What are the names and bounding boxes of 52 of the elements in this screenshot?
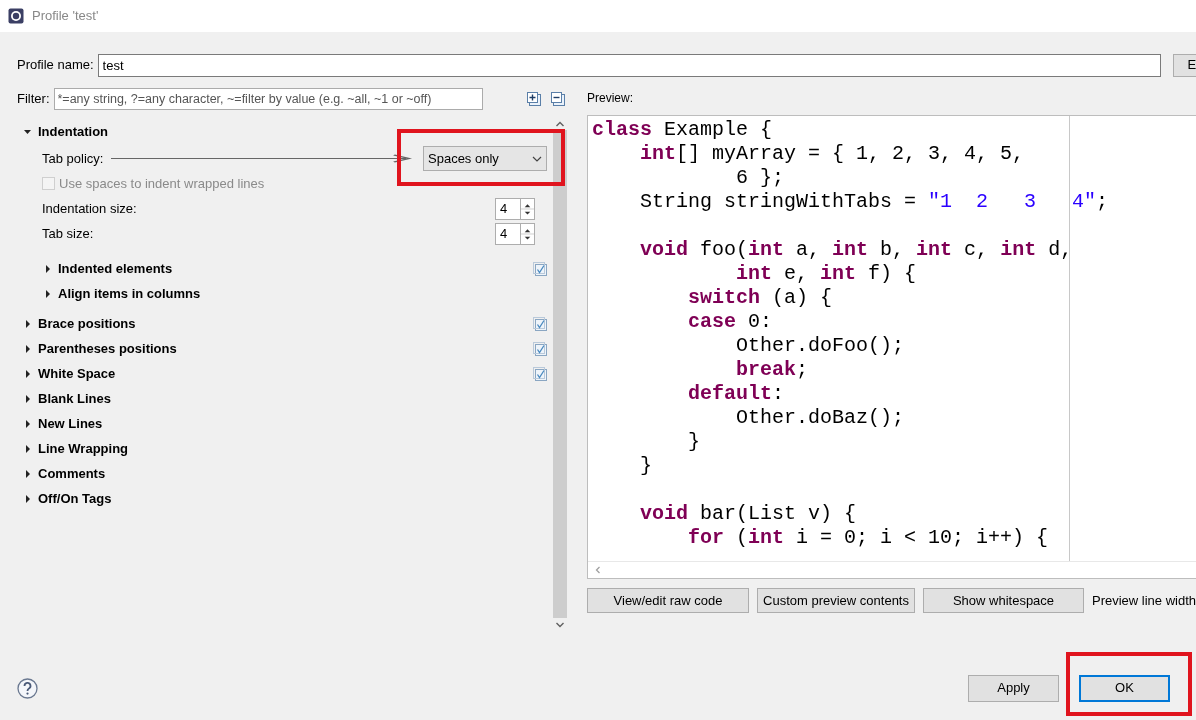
setting-label: Tab size: [42, 224, 94, 243]
preview-label: Preview: [587, 90, 634, 105]
section-label[interactable]: Indentation [38, 121, 109, 142]
code-line: String stringWithTabs = "1 2 3 4"; [639, 190, 1110, 214]
section-label[interactable]: Align items in columns [58, 283, 201, 304]
code-line: 6 }; [735, 166, 786, 190]
section-label[interactable]: Brace positions [38, 313, 136, 334]
section-label[interactable]: Comments [38, 463, 106, 484]
section-label[interactable]: Indented elements [58, 258, 173, 279]
code-line: Other.doFoo(); [735, 334, 906, 358]
dropdown[interactable]: Spaces only [423, 146, 547, 171]
setting-label: Indentation size: [42, 199, 137, 218]
dropdown-value: Spaces only [428, 149, 499, 168]
code-line: class Example { [592, 118, 774, 142]
code-line: switch (a) { [687, 286, 834, 310]
preview-button[interactable]: View/edit raw code [587, 588, 749, 613]
section-label[interactable]: White Space [38, 363, 116, 384]
filter-field[interactable]: *=any string, ?=any character, ~=filter by value (e.g. ~all, ~1 or ~off) [53, 88, 483, 110]
field-label: Filter: [17, 90, 50, 109]
code-line: default: [687, 382, 786, 406]
code-line: case 0: [687, 310, 774, 334]
section-label[interactable]: Parentheses positions [38, 338, 177, 359]
dialog-button[interactable]: Apply [968, 674, 1059, 702]
code-line: } [639, 454, 653, 478]
code-line: int[] myArray = { 1, 2, 3, 4, 5, [639, 142, 1026, 166]
section-label[interactable]: Line Wrapping [38, 438, 129, 459]
code-line: Other.doBaz(); [735, 406, 906, 430]
code-line: void bar(List v) { [639, 502, 858, 526]
checkbox-label: Use spaces to indent wrapped lines [59, 174, 265, 193]
side-button[interactable]: E [1172, 53, 1196, 77]
section-label[interactable]: New Lines [38, 413, 103, 434]
window-title: Profile 'test' [32, 7, 99, 26]
field-label: Preview line width [1092, 591, 1196, 610]
code-line: int e, int f) { [735, 262, 918, 286]
code-line: for (int i = 0; i < 10; i++) { [687, 526, 1050, 550]
collapse-all-icon[interactable] [551, 92, 565, 106]
dialog-button[interactable]: OK [1079, 674, 1170, 702]
section-label[interactable]: Blank Lines [38, 388, 111, 409]
code-line: void foo(int a, int b, int c, int d, [639, 238, 1074, 262]
expand-all-icon[interactable] [527, 92, 541, 106]
code-line: break; [735, 358, 810, 382]
preview-button[interactable]: Custom preview contents [757, 588, 915, 613]
preview-button[interactable]: Show whitespace [923, 588, 1084, 613]
help-icon[interactable] [17, 677, 38, 699]
number-spinner[interactable]: 4 [495, 197, 535, 220]
code-line: } [687, 430, 702, 454]
profile-name-field[interactable]: test [97, 53, 1161, 77]
app-icon [8, 8, 24, 24]
setting-label: Tab policy: [42, 149, 104, 168]
field-label: Profile name: [17, 56, 94, 75]
section-label[interactable]: Off/On Tags [38, 488, 112, 509]
number-spinner[interactable]: 4 [495, 222, 535, 245]
